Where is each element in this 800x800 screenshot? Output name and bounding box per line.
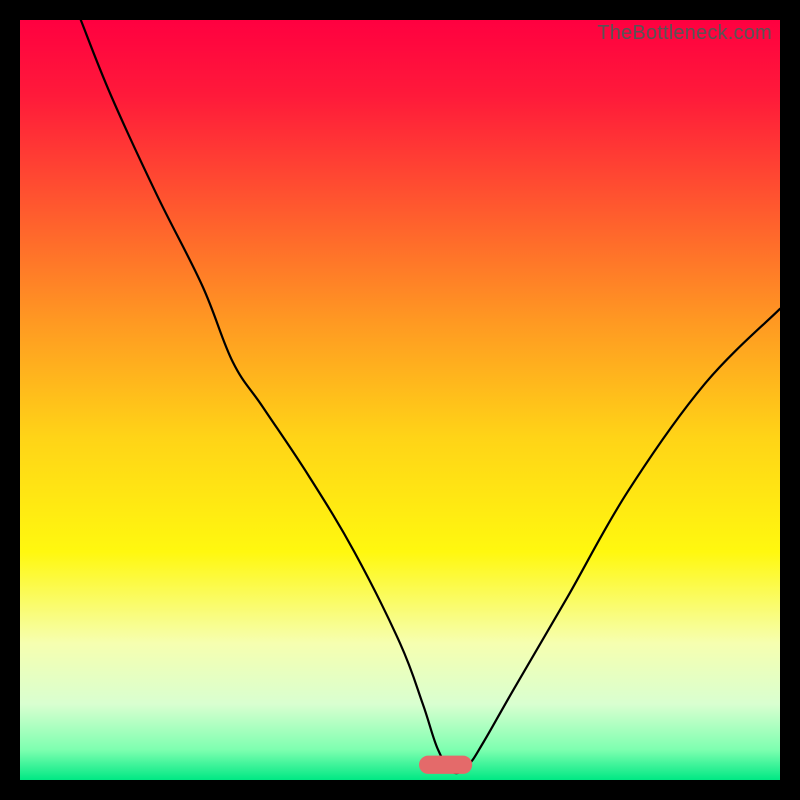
watermark-text: TheBottleneck.com xyxy=(597,22,772,45)
gradient-background xyxy=(20,20,780,780)
chart-svg xyxy=(20,20,780,780)
plot-area: TheBottleneck.com xyxy=(20,20,780,780)
sweet-spot-marker xyxy=(419,756,472,774)
chart-frame: TheBottleneck.com xyxy=(0,0,800,800)
